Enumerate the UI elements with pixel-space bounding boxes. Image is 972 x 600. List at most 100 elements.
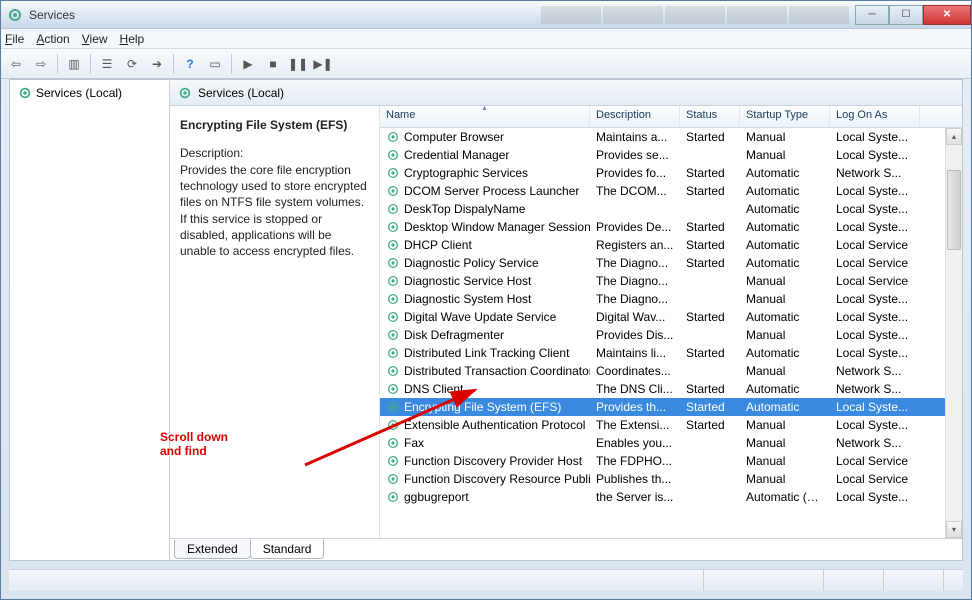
cell-logon: Local Service: [830, 472, 920, 486]
restart-button[interactable]: ▶❚: [312, 53, 334, 75]
detail-desc: Provides the core file encryption techno…: [180, 162, 369, 259]
cell-name: Function Discovery Provider Host: [380, 454, 590, 468]
service-row[interactable]: Credential ManagerProvides se...ManualLo…: [380, 146, 962, 164]
start-button[interactable]: ▶: [237, 53, 259, 75]
col-name[interactable]: Name: [380, 106, 590, 127]
cell-startup: Automatic: [740, 220, 830, 234]
cell-desc: The FDPHO...: [590, 454, 680, 468]
service-row[interactable]: Digital Wave Update ServiceDigital Wav..…: [380, 308, 962, 326]
menu-action[interactable]: Action: [36, 32, 69, 46]
service-row[interactable]: DCOM Server Process LauncherThe DCOM...S…: [380, 182, 962, 200]
cell-logon: Local Syste...: [830, 184, 920, 198]
cell-desc: The Extensi...: [590, 418, 680, 432]
cell-startup: Automatic (D...: [740, 490, 830, 504]
cell-name: Fax: [380, 436, 590, 450]
col-startup[interactable]: Startup Type: [740, 106, 830, 127]
cell-startup: Automatic: [740, 400, 830, 414]
service-row[interactable]: DHCP ClientRegisters an...StartedAutomat…: [380, 236, 962, 254]
back-button[interactable]: ⇦: [5, 53, 27, 75]
cell-startup: Manual: [740, 148, 830, 162]
refresh-button[interactable]: ⟳: [121, 53, 143, 75]
cell-desc: Provides th...: [590, 400, 680, 414]
show-hide-tree-button[interactable]: ▥: [63, 53, 85, 75]
cell-logon: Local Syste...: [830, 130, 920, 144]
cell-name: Cryptographic Services: [380, 166, 590, 180]
service-row[interactable]: DeskTop DispalyNameAutomaticLocal Syste.…: [380, 200, 962, 218]
cell-logon: Network S...: [830, 436, 920, 450]
detail-desc-label: Description:: [180, 146, 369, 160]
content-body: Encrypting File System (EFS) Description…: [170, 106, 962, 538]
cell-status: Started: [680, 130, 740, 144]
service-row[interactable]: FaxEnables you...ManualNetwork S...: [380, 434, 962, 452]
cell-desc: Provides fo...: [590, 166, 680, 180]
tree-root[interactable]: Services (Local): [14, 84, 165, 102]
service-row[interactable]: Diagnostic System HostThe Diagno...Manua…: [380, 290, 962, 308]
col-status[interactable]: Status: [680, 106, 740, 127]
cell-logon: Local Service: [830, 454, 920, 468]
cell-startup: Manual: [740, 274, 830, 288]
service-row[interactable]: Diagnostic Policy ServiceThe Diagno...St…: [380, 254, 962, 272]
help-button[interactable]: ?: [179, 53, 201, 75]
cell-desc: Provides se...: [590, 148, 680, 162]
cell-logon: Local Syste...: [830, 418, 920, 432]
scroll-thumb[interactable]: [947, 170, 961, 250]
service-row[interactable]: ggbugreportthe Server is...Automatic (D.…: [380, 488, 962, 506]
menu-view[interactable]: View: [82, 32, 108, 46]
service-row[interactable]: Function Discovery Provider HostThe FDPH…: [380, 452, 962, 470]
cell-status: Started: [680, 256, 740, 270]
cell-desc: The Diagno...: [590, 292, 680, 306]
stop-button[interactable]: ■: [262, 53, 284, 75]
cell-startup: Automatic: [740, 382, 830, 396]
menu-file[interactable]: File: [5, 32, 24, 46]
toolbar-icon[interactable]: ▭: [204, 53, 226, 75]
scroll-up-button[interactable]: ▴: [946, 128, 962, 145]
cell-logon: Local Syste...: [830, 220, 920, 234]
cell-startup: Automatic: [740, 256, 830, 270]
cell-desc: Maintains a...: [590, 130, 680, 144]
menu-help[interactable]: Help: [120, 32, 145, 46]
service-row[interactable]: Extensible Authentication ProtocolThe Ex…: [380, 416, 962, 434]
service-row[interactable]: Diagnostic Service HostThe Diagno...Manu…: [380, 272, 962, 290]
close-button[interactable]: ✕: [923, 5, 971, 25]
cell-startup: Manual: [740, 328, 830, 342]
vertical-scrollbar[interactable]: ▴ ▾: [945, 128, 962, 538]
titlebar[interactable]: Services ─ ☐ ✕: [1, 1, 971, 29]
scroll-down-button[interactable]: ▾: [946, 521, 962, 538]
scroll-track[interactable]: [946, 145, 962, 521]
maximize-button[interactable]: ☐: [889, 5, 923, 25]
col-description[interactable]: Description: [590, 106, 680, 127]
tab-standard[interactable]: Standard: [250, 539, 325, 559]
pause-button[interactable]: ❚❚: [287, 53, 309, 75]
minimize-button[interactable]: ─: [855, 5, 889, 25]
cell-desc: Provides De...: [590, 220, 680, 234]
toolbar: ⇦ ⇨ ▥ ☰ ⟳ ➔ ? ▭ ▶ ■ ❚❚ ▶❚: [1, 49, 971, 79]
gear-icon: [18, 86, 32, 100]
content-header: Services (Local): [170, 80, 962, 106]
service-row[interactable]: Encrypting File System (EFS)Provides th.…: [380, 398, 962, 416]
cell-logon: Network S...: [830, 382, 920, 396]
service-row[interactable]: Cryptographic ServicesProvides fo...Star…: [380, 164, 962, 182]
cell-name: Diagnostic Policy Service: [380, 256, 590, 270]
service-row[interactable]: Disk DefragmenterProvides Dis...ManualLo…: [380, 326, 962, 344]
service-row[interactable]: Distributed Transaction CoordinatorCoord…: [380, 362, 962, 380]
col-logon[interactable]: Log On As: [830, 106, 920, 127]
export-button[interactable]: ➔: [146, 53, 168, 75]
cell-desc: The Diagno...: [590, 274, 680, 288]
service-row[interactable]: Computer BrowserMaintains a...StartedMan…: [380, 128, 962, 146]
status-bar: [9, 569, 963, 591]
properties-button[interactable]: ☰: [96, 53, 118, 75]
service-row[interactable]: Desktop Window Manager Session...Provide…: [380, 218, 962, 236]
cell-name: DeskTop DispalyName: [380, 202, 590, 216]
cell-startup: Automatic: [740, 310, 830, 324]
service-row[interactable]: Distributed Link Tracking ClientMaintain…: [380, 344, 962, 362]
cell-logon: Local Syste...: [830, 328, 920, 342]
service-row[interactable]: Function Discovery Resource Publi...Publ…: [380, 470, 962, 488]
forward-button[interactable]: ⇨: [30, 53, 52, 75]
service-row[interactable]: DNS ClientThe DNS Cli...StartedAutomatic…: [380, 380, 962, 398]
cell-status: Started: [680, 310, 740, 324]
cell-name: Digital Wave Update Service: [380, 310, 590, 324]
tab-extended[interactable]: Extended: [174, 540, 251, 559]
cell-startup: Automatic: [740, 238, 830, 252]
cell-name: Function Discovery Resource Publi...: [380, 472, 590, 486]
window-title: Services: [29, 8, 541, 22]
